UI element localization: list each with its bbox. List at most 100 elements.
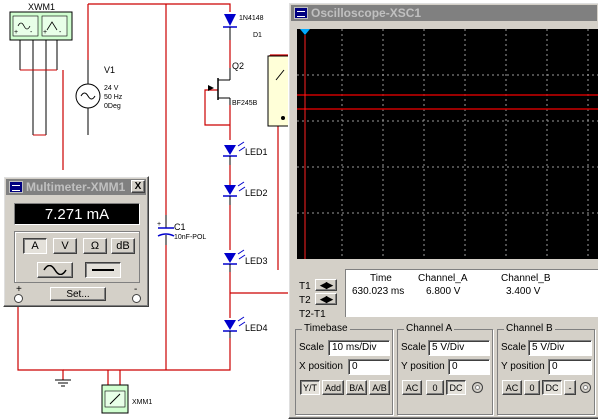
ac-signal-button[interactable] <box>37 262 73 278</box>
channel-a-ypos-label: Y position <box>401 361 445 372</box>
q2-part: BF245B <box>232 100 258 107</box>
channel-b-dc-button[interactable]: DC <box>542 380 562 395</box>
channel-a-header: Channel_A <box>418 273 468 284</box>
mode-b-over-a-button[interactable]: B/A <box>346 380 367 395</box>
led-4[interactable] <box>223 316 246 338</box>
t1-channel-b-value: 3.400 V <box>506 286 541 297</box>
channel-b-minus-button[interactable]: - <box>564 380 576 395</box>
timebase-group: Timebase Scale 10 ms/Div X position 0 Y/… <box>295 323 393 415</box>
timebase-scale-field[interactable]: 10 ms/Div <box>328 340 390 356</box>
svg-text:+: + <box>43 29 47 36</box>
c1-ref: C1 <box>174 222 186 232</box>
jfet-q2[interactable] <box>208 68 231 105</box>
channel-a-ac-button[interactable]: AC <box>402 380 422 395</box>
multimeter-probe-xmm1[interactable] <box>101 384 129 414</box>
led-2[interactable] <box>223 181 246 205</box>
v1-frequency: 50 Hz <box>104 94 123 101</box>
channel-b-scale-label: Scale <box>501 342 527 353</box>
channel-b-terminal[interactable] <box>580 382 591 393</box>
xmm1-label: XMM1 <box>132 399 152 406</box>
channel-b-ypos-field[interactable]: 0 <box>548 359 592 375</box>
channel-a-group: Channel A Scale 5 V/Div Y position 0 AC … <box>397 323 493 415</box>
channel-b-zero-button[interactable]: 0 <box>524 380 540 395</box>
x-position-label: X position <box>299 361 343 372</box>
c1-value: 10nF-POL <box>174 234 206 241</box>
oscilloscope-screen[interactable] <box>297 29 598 259</box>
v1-phase: 0Deg <box>104 103 121 110</box>
oscilloscope-graticule <box>297 29 598 259</box>
d1-ref: D1 <box>253 32 262 39</box>
wire-ground-bus <box>63 338 231 371</box>
mode-decibel-button[interactable]: dB <box>111 238 135 254</box>
channel-a-scale-label: Scale <box>401 342 427 353</box>
v1-ref: V1 <box>104 65 115 75</box>
close-button[interactable]: X <box>131 180 145 193</box>
diode-d1[interactable] <box>223 14 237 40</box>
t1-row-label: T1 <box>299 281 311 292</box>
capacitor-c1[interactable]: + <box>157 215 175 245</box>
t1-arrow-button[interactable]: ◀▶ <box>315 279 337 291</box>
ac-wave-icon <box>43 265 67 275</box>
t1-channel-a-value: 6.800 V <box>426 286 461 297</box>
multimeter-window[interactable]: Multimeter-XMM1 X 7.271 mA A V Ω dB + Se… <box>3 176 149 307</box>
channel-b-scale-field[interactable]: 5 V/Div <box>528 340 592 356</box>
svg-text:+: + <box>14 29 18 36</box>
channel-a-terminal[interactable] <box>472 382 483 393</box>
t2-arrow-button[interactable]: ◀▶ <box>315 293 337 305</box>
ground-symbol <box>55 379 71 387</box>
oscilloscope-app-icon <box>294 7 308 19</box>
channel-b-ac-button[interactable]: AC <box>502 380 522 395</box>
multimeter-controls: A V Ω dB <box>14 231 140 283</box>
dc-line-icon <box>92 269 114 271</box>
t2-t1-row-label: T2-T1 <box>299 309 326 320</box>
channel-a-scale-field[interactable]: 5 V/Div <box>428 340 490 356</box>
function-generator-label: XWM1 <box>28 2 55 12</box>
mode-voltmeter-button[interactable]: V <box>53 238 77 254</box>
multimeter-display: 7.271 mA <box>14 203 140 225</box>
timebase-scale-label: Scale <box>299 342 325 353</box>
x-position-field[interactable]: 0 <box>348 359 390 375</box>
ac-voltage-source-v1[interactable] <box>75 60 101 135</box>
oscilloscope-title: Oscilloscope-XSC1 <box>311 6 422 20</box>
channel-a-dc-button[interactable]: DC <box>446 380 466 395</box>
channel-b-group: Channel B Scale 5 V/Div Y position 0 AC … <box>497 323 595 415</box>
mode-yt-button[interactable]: Y/T <box>300 380 320 395</box>
t1-time-value: 630.023 ms <box>352 286 405 297</box>
scope-probe-box[interactable] <box>267 55 291 127</box>
q2-ref: Q2 <box>232 61 244 71</box>
led-1-label: LED1 <box>245 147 268 157</box>
channel-a-title: Channel A <box>404 323 455 334</box>
v1-voltage: 24 V <box>104 85 119 92</box>
led-2-label: LED2 <box>245 188 268 198</box>
mode-ohmmeter-button[interactable]: Ω <box>83 238 107 254</box>
svg-text:+: + <box>157 221 161 228</box>
mode-a-over-b-button[interactable]: A/B <box>369 380 390 395</box>
d1-part: 1N4148 <box>239 15 264 22</box>
minus-terminal[interactable] <box>132 294 141 303</box>
settings-button[interactable]: Set... <box>50 287 106 301</box>
cursor-t1-marker-icon[interactable] <box>300 29 310 35</box>
channel-b-ypos-label: Y position <box>501 361 545 372</box>
mode-add-button[interactable]: Add <box>322 380 344 395</box>
channel-a-ypos-field[interactable]: 0 <box>448 359 490 375</box>
multimeter-app-icon <box>9 181 23 193</box>
oscilloscope-window[interactable]: Oscilloscope-XSC1 T1 ◀▶ T2 ◀▶ T2-T1 Time… <box>288 2 598 419</box>
t2-row-label: T2 <box>299 295 311 306</box>
channel-b-title: Channel B <box>504 323 555 334</box>
wire-top-rail <box>88 3 231 12</box>
channel-a-zero-button[interactable]: 0 <box>426 380 444 395</box>
multimeter-titlebar[interactable]: Multimeter-XMM1 <box>6 179 146 195</box>
timebase-title: Timebase <box>302 323 350 334</box>
led-4-label: LED4 <box>245 323 268 333</box>
dc-signal-button[interactable] <box>85 262 121 278</box>
measurement-readout: Time Channel_A Channel_B 630.023 ms 6.80… <box>345 269 598 317</box>
mode-ammeter-button[interactable]: A <box>23 238 47 254</box>
multimeter-title: Multimeter-XMM1 <box>26 180 126 194</box>
channel-b-header: Channel_B <box>501 273 551 284</box>
led-3-label: LED3 <box>245 256 268 266</box>
time-header: Time <box>370 273 392 284</box>
oscilloscope-titlebar[interactable]: Oscilloscope-XSC1 <box>291 5 597 21</box>
led-3[interactable] <box>223 249 246 272</box>
plus-terminal[interactable] <box>14 294 23 303</box>
led-1[interactable] <box>223 141 246 165</box>
